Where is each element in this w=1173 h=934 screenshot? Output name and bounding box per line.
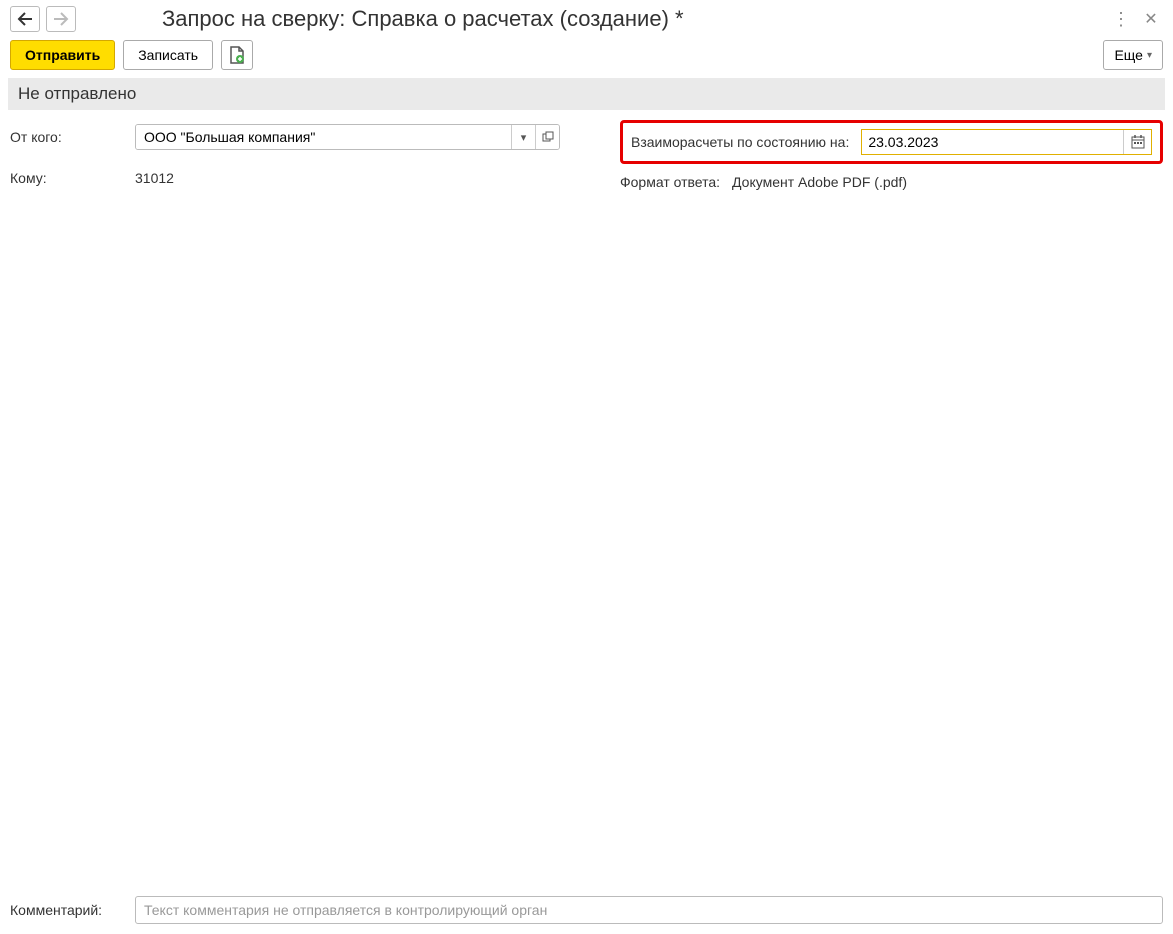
open-icon [542,131,554,143]
more-options-button[interactable]: ⋮ [1109,7,1133,31]
date-input[interactable] [862,130,1123,154]
status-bar: Не отправлено [8,78,1165,110]
from-combo[interactable]: ▾ [135,124,560,150]
close-icon: ✕ [1144,9,1157,29]
more-menu-label: Еще [1114,47,1143,63]
calendar-icon [1131,135,1145,149]
from-open-button[interactable] [535,125,559,149]
to-value: 31012 [135,170,610,186]
vertical-dots-icon: ⋮ [1112,9,1130,30]
date-highlight: Взаиморасчеты по состоянию на: [620,120,1163,164]
format-label: Формат ответа: [620,174,726,190]
close-button[interactable]: ✕ [1139,7,1163,31]
from-label: От кого: [10,129,135,145]
caret-down-icon: ▾ [1147,50,1152,61]
document-add-icon [229,46,245,64]
page-title: Запрос на сверку: Справка о расчетах (со… [162,6,684,32]
send-button[interactable]: Отправить [10,40,115,70]
date-picker-button[interactable] [1123,130,1151,154]
nav-back-button[interactable] [10,6,40,32]
arrow-right-icon [53,12,69,26]
settlements-label: Взаиморасчеты по состоянию на: [631,134,855,150]
format-value: Документ Adobe PDF (.pdf) [732,174,907,190]
to-label: Кому: [10,170,135,186]
comment-input[interactable] [135,896,1163,924]
save-button[interactable]: Записать [123,40,213,70]
from-input[interactable] [136,125,511,149]
attach-button[interactable] [221,40,253,70]
from-dropdown-button[interactable]: ▾ [511,125,535,149]
arrow-left-icon [17,12,33,26]
more-menu-button[interactable]: Еще ▾ [1103,40,1163,70]
date-field[interactable] [861,129,1152,155]
caret-down-icon: ▾ [521,131,527,144]
nav-forward-button[interactable] [46,6,76,32]
comment-label: Комментарий: [10,902,135,918]
